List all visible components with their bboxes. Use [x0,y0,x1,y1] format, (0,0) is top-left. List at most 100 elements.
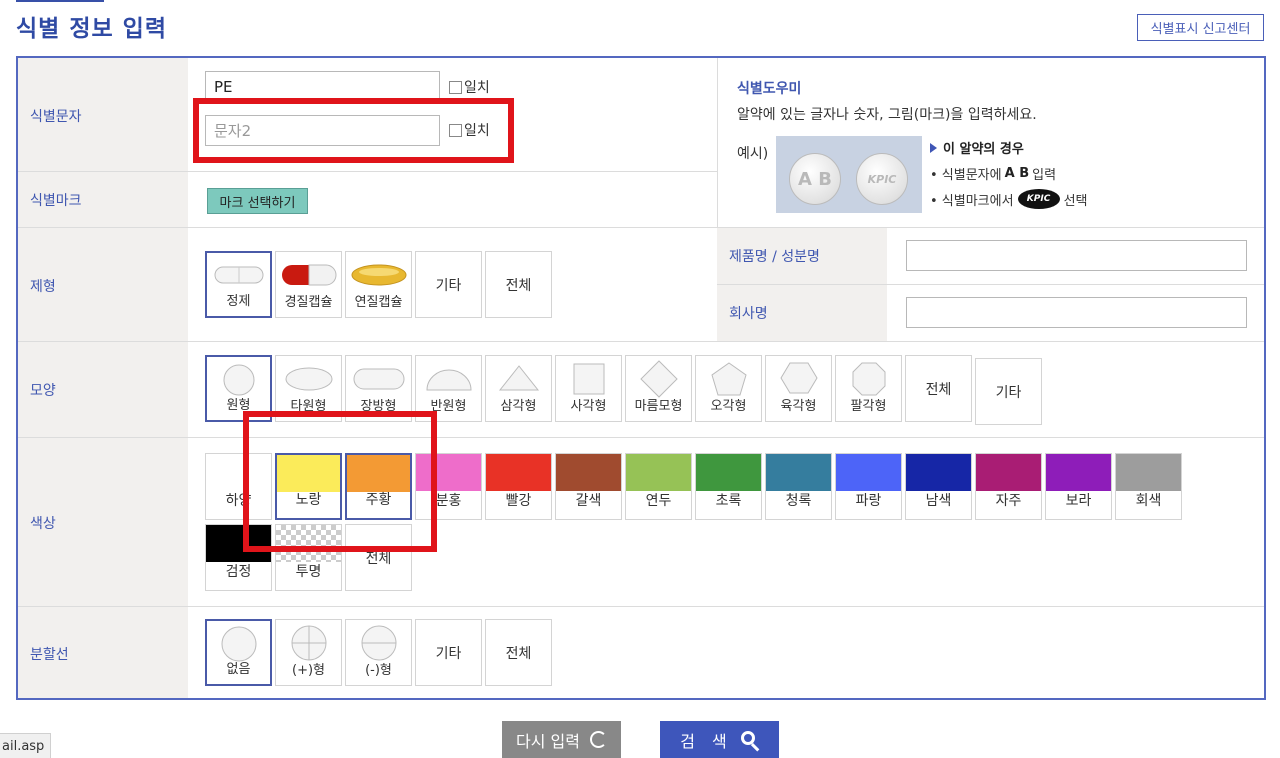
shape-option-hexagon[interactable]: 육각형 [765,355,832,422]
color-option-label: 청록 [785,493,812,509]
product-label-cell: 제품명 / 성분명 [717,228,887,284]
color-option-gray[interactable]: 회색 [1115,453,1182,520]
color-option-label: 투명 [295,564,322,580]
report-center-button[interactable]: 식별표시 신고센터 [1137,14,1264,41]
color-option-red[interactable]: 빨강 [485,453,552,520]
line-label: 분할선 [30,647,69,663]
shape-option-square[interactable]: 사각형 [555,355,622,422]
form-label: 제형 [30,279,56,295]
color-swatch [976,454,1041,491]
color-swatch [1116,454,1181,491]
helper-description: 알약에 있는 글자나 숫자, 그림(마크)을 입력하세요. [737,107,1037,123]
color-option-blue[interactable]: 파랑 [835,453,902,520]
line-option-none[interactable]: 없음 [205,619,272,686]
form-option-hard-capsule[interactable]: 경질캡슐 [275,251,342,318]
line1-pre: • 식별문자에 [930,168,1002,183]
checkbox-box[interactable] [449,80,462,94]
color-swatch [486,454,551,491]
row-divider [18,171,717,172]
shape-option-label: 기타 [995,384,1022,401]
reset-button[interactable]: 다시 입력 [502,721,621,758]
company-label: 회사명 [729,306,768,322]
helper-title: 식별도우미 [737,81,802,97]
soft-capsule-icon [351,264,406,286]
oblong-shape-icon [353,368,404,390]
company-label-cell: 회사명 [717,285,887,341]
triangle-shape-icon [498,365,539,391]
color-option-teal[interactable]: 청록 [765,453,832,520]
match-label: 일치 [464,80,490,96]
shape-option-diamond[interactable]: 마름모형 [625,355,692,422]
shape-label: 모양 [30,383,56,399]
line1-post: 입력 [1032,168,1057,183]
helper-line-1: • 식별문자에 A B 입력 [930,164,1056,183]
helper-case-title: 이 알약의 경우 [930,138,1024,157]
line-option-other[interactable]: 기타 [415,619,482,686]
color-option-label: 남색 [925,493,952,509]
shape-option-label: 팔각형 [850,399,887,414]
hexagon-shape-icon [779,362,818,394]
line-option-all[interactable]: 전체 [485,619,552,686]
shape-option-all[interactable]: 전체 [905,355,972,422]
line-option-label: 기타 [435,645,462,662]
shape-option-octagon[interactable]: 팔각형 [835,355,902,422]
form-option-label: 연질캡슐 [354,295,403,310]
char-label: 식별문자 [30,109,82,125]
case-title-text: 이 알약의 경우 [943,142,1024,157]
row-divider [18,606,1264,607]
line1-bold: A B [1004,166,1030,181]
form-option-all[interactable]: 전체 [485,251,552,318]
shape-option-pentagon[interactable]: 오각형 [695,355,762,422]
reset-label: 다시 입력 [516,731,580,751]
helper-divider [717,58,718,227]
shape-option-triangle[interactable]: 삼각형 [485,355,552,422]
shape-option-label: 마름모형 [634,399,683,414]
mark-select-button[interactable]: 마크 선택하기 [207,188,308,214]
form-option-other[interactable]: 기타 [415,251,482,318]
color-swatch [1046,454,1111,491]
helper-line-2: • 식별마크에서 KPIC 선택 [930,189,1087,209]
minus-line-icon [361,625,396,661]
search-label: 검 색 [680,731,733,751]
color-option-label: 빨강 [505,493,532,509]
color-option-navy[interactable]: 남색 [905,453,972,520]
pill-ab: A B [789,153,841,205]
char1-match-checkbox[interactable]: 일치 [449,77,490,97]
highlight-box-colors [243,411,437,552]
semicircle-shape-icon [425,369,472,391]
line-option-label: (-)형 [365,663,392,678]
color-option-magenta[interactable]: 자주 [975,453,1042,520]
line-option-minus[interactable]: (-)형 [345,619,412,686]
form-option-tablet[interactable]: 정제 [205,251,272,318]
color-option-green[interactable]: 초록 [695,453,762,520]
page-title: 식별 정보 입력 [16,16,167,42]
shape-option-label: 사각형 [570,399,607,414]
company-input[interactable] [906,297,1247,328]
color-option-purple[interactable]: 보라 [1045,453,1112,520]
color-option-label: 보라 [1065,493,1092,509]
color-option-light-green[interactable]: 연두 [625,453,692,520]
color-swatch [906,454,971,491]
search-button[interactable]: 검 색 [660,721,779,758]
shape-option-other[interactable]: 기타 [975,358,1042,425]
line-option-label: 없음 [226,662,251,677]
form-option-label: 정제 [226,294,251,309]
example-pill-image: A B KPIC [776,136,922,213]
shape-option-label: 삼각형 [500,399,537,414]
color-option-label: 갈색 [575,493,602,509]
product-label: 제품명 / 성분명 [729,249,820,265]
shape-option-label: 육각형 [780,399,817,414]
color-option-brown[interactable]: 갈색 [555,453,622,520]
form-option-label: 전체 [505,277,532,294]
line-option-label: (+)형 [292,663,325,678]
line-option-plus[interactable]: (+)형 [275,619,342,686]
octagon-shape-icon [852,362,885,396]
color-option-label: 초록 [715,493,742,509]
tablet-icon [214,266,263,284]
round-shape-icon [223,364,254,396]
form-option-soft-capsule[interactable]: 연질캡슐 [345,251,412,318]
highlight-box-char2 [193,98,514,163]
product-input[interactable] [906,240,1247,271]
row-divider [18,341,1264,342]
shape-option-label: 오각형 [710,399,747,414]
